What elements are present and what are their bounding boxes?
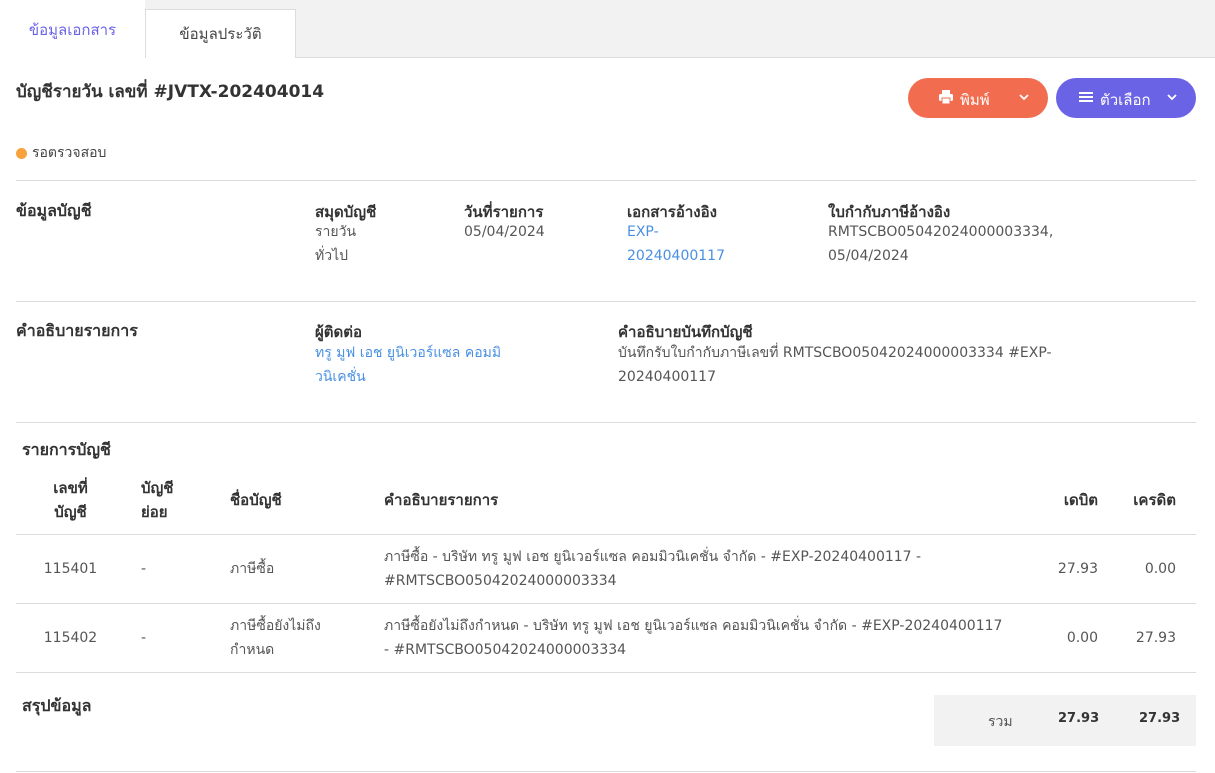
contact-line: วนิเคชั่น: [315, 369, 366, 385]
table-header-row: เลขที่ บัญชี บัญชี ย่อย ชื่อบัญชี คำอธิบ…: [16, 467, 1196, 535]
header-line: ย่อย: [141, 503, 168, 522]
total-label: รวม: [988, 714, 1013, 730]
options-button-label: ตัวเลือก: [1100, 91, 1151, 109]
col-description: คำอธิบายรายการ: [370, 467, 1020, 535]
chevron-down-icon: [1167, 94, 1177, 101]
status-dot: [16, 147, 27, 159]
divider: [16, 771, 1196, 772]
total-debit: 27.93: [1058, 711, 1100, 726]
contact-line: ทรู มูฟ เอช ยูนิเวอร์แซล คอมมิ: [315, 345, 502, 361]
name-line: กำหนด: [230, 641, 275, 658]
ref-doc-line: 20240400117: [627, 248, 725, 264]
desc-line: ภาษีซื้อยังไม่ถึงกำหนด - บริษัท ทรู มูฟ …: [384, 617, 1003, 634]
summary-totals: รวม 27.93 27.93: [934, 695, 1196, 746]
cell-account-name: ภาษีซื้อ: [214, 534, 370, 604]
cell-description: ภาษีซื้อยังไม่ถึงกำหนด - บริษัท ทรู มูฟ …: [370, 603, 1020, 673]
desc-line: - #RMTSCBO05042024000003334: [384, 641, 627, 658]
name-line: ภาษีซื้อ: [230, 560, 275, 577]
status-badge: รอตรวจสอบ: [16, 142, 106, 164]
ref-doc-link[interactable]: EXP- 20240400117: [627, 220, 725, 268]
memo-line: บันทึกรับใบกำกับภาษีเลขที่ RMTSCBO050420…: [618, 345, 1052, 361]
divider: [16, 180, 1196, 181]
tax-ref-value: RMTSCBO05042024000003334, 05/04/2024: [828, 220, 1053, 268]
col-credit: เครดิต: [1102, 467, 1196, 535]
description-title: คำอธิบายรายการ: [16, 321, 138, 340]
cell-credit: 0.00: [1102, 534, 1196, 604]
cell-sub-account: -: [125, 603, 214, 673]
entries-title: รายการบัญชี: [22, 440, 111, 459]
print-button[interactable]: พิมพ์: [908, 78, 1048, 118]
cell-debit: 27.93: [1020, 534, 1102, 604]
tab-document-info[interactable]: ข้อมูลเอกสาร: [0, 0, 145, 59]
tax-ref-line: 05/04/2024: [828, 248, 909, 264]
header-line: เลขที่: [53, 479, 88, 498]
divider: [16, 422, 1196, 423]
cell-sub-account: -: [125, 534, 214, 604]
page-title: บัญชีรายวัน เลขที่ #JVTX-202404014: [16, 82, 325, 102]
chevron-down-icon: [1019, 94, 1029, 101]
table-row: 115402 - ภาษีซื้อยังไม่ถึง กำหนด ภาษีซื้…: [16, 603, 1196, 673]
header-line: บัญชี: [54, 503, 87, 522]
cell-account-name: ภาษีซื้อยังไม่ถึง กำหนด: [214, 603, 370, 673]
ref-doc-line: EXP-: [627, 224, 659, 240]
journal-value: รายวัน ทั่วไป: [315, 220, 356, 268]
name-line: ภาษีซื้อยังไม่ถึง: [230, 617, 321, 634]
memo-value: บันทึกรับใบกำกับภาษีเลขที่ RMTSCBO050420…: [618, 341, 1052, 389]
status-text: รอตรวจสอบ: [32, 145, 107, 161]
date-value: 05/04/2024: [464, 224, 545, 240]
summary-title: สรุปข้อมูล: [22, 696, 92, 715]
col-sub-account: บัญชี ย่อย: [125, 467, 214, 535]
cell-description: ภาษีซื้อ - บริษัท ทรู มูฟ เอช ยูนิเวอร์แ…: [370, 534, 1020, 604]
menu-icon: [1079, 92, 1093, 102]
journal-value-line: รายวัน: [315, 224, 357, 240]
print-button-label: พิมพ์: [960, 91, 990, 109]
contact-link[interactable]: ทรู มูฟ เอช ยูนิเวอร์แซล คอมมิ วนิเคชั่น: [315, 341, 501, 389]
desc-line: #RMTSCBO05042024000003334: [384, 572, 617, 589]
table-row: 115401 - ภาษีซื้อ ภาษีซื้อ - บริษัท ทรู …: [16, 534, 1196, 604]
cell-debit: 0.00: [1020, 603, 1102, 673]
desc-line: ภาษีซื้อ - บริษัท ทรู มูฟ เอช ยูนิเวอร์แ…: [384, 548, 922, 565]
account-info-title: ข้อมูลบัญชี: [16, 201, 92, 220]
cell-account-no: 115402: [16, 603, 125, 673]
tab-bar: ข้อมูลเอกสาร ข้อมูลประวัติ: [0, 0, 1215, 59]
col-account-name: ชื่อบัญชี: [214, 467, 370, 535]
cell-account-no: 115401: [16, 534, 125, 604]
col-account-no: เลขที่ บัญชี: [16, 467, 125, 535]
divider: [16, 301, 1196, 302]
entries-table: เลขที่ บัญชี บัญชี ย่อย ชื่อบัญชี คำอธิบ…: [16, 467, 1196, 673]
header-line: บัญชี: [141, 479, 174, 498]
cell-credit: 27.93: [1102, 603, 1196, 673]
col-debit: เดบิต: [1020, 467, 1102, 535]
journal-value-line: ทั่วไป: [315, 248, 349, 264]
total-credit: 27.93: [1139, 711, 1181, 726]
printer-icon: [939, 90, 953, 105]
options-button[interactable]: ตัวเลือก: [1056, 78, 1196, 118]
memo-line: 20240400117: [618, 369, 716, 385]
tab-history[interactable]: ข้อมูลประวัติ: [145, 9, 296, 58]
tax-ref-line: RMTSCBO05042024000003334,: [828, 224, 1054, 240]
